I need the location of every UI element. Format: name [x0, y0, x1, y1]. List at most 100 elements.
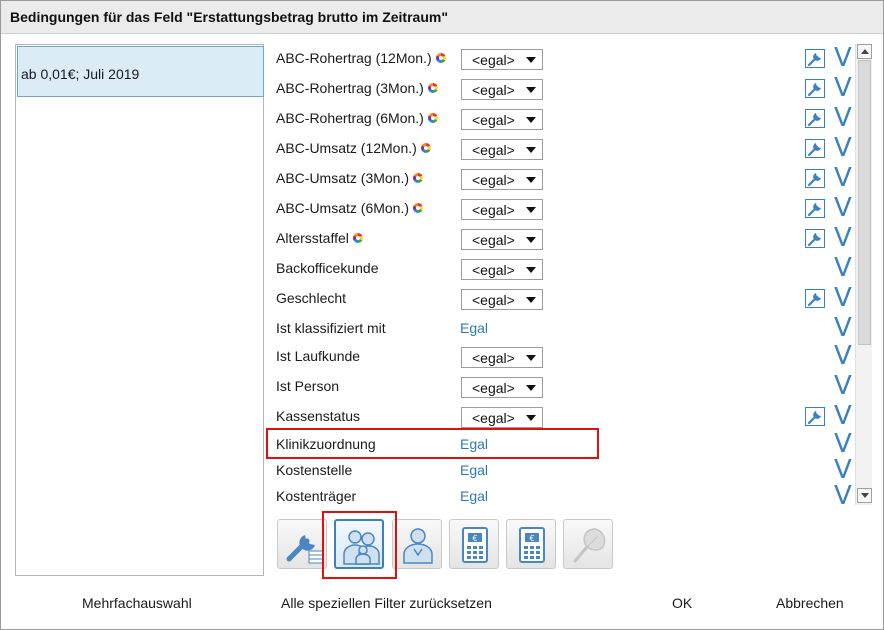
condition-label-text: Geschlecht — [276, 290, 347, 306]
condition-label-text: ABC-Umsatz (6Mon.) — [276, 200, 410, 216]
title-bar[interactable]: Bedingungen für das Feld "Erstattungsbet… — [1, 1, 883, 34]
condition-label: ABC-Rohertrag (6Mon.) — [276, 110, 438, 126]
edit-condition-button[interactable] — [805, 109, 825, 128]
condition-dropdown[interactable]: <egal> — [461, 229, 543, 250]
v-toggle-button[interactable]: V — [834, 225, 852, 251]
condition-row: Geschlecht <egal> V — [271, 285, 855, 311]
condition-row: ABC-Rohertrag (3Mon.) <egal> V — [271, 75, 855, 101]
condition-label-text: Kostenstelle — [276, 462, 353, 478]
chevron-down-icon — [526, 177, 536, 183]
condition-dropdown[interactable]: <egal> — [461, 109, 543, 130]
chevron-down-icon — [526, 57, 536, 63]
tool-button-billing-2[interactable]: € — [506, 519, 556, 569]
wrench-icon — [807, 83, 821, 97]
condition-label-text: Kostenträger — [276, 488, 357, 504]
condition-label-text: Ist Laufkunde — [276, 348, 361, 364]
period-list-item[interactable]: ab 0,01€; Juli 2019 — [17, 46, 264, 97]
condition-dropdown[interactable]: <egal> — [461, 377, 543, 398]
edit-condition-button[interactable] — [805, 229, 825, 248]
wrench-icon — [807, 143, 821, 157]
v-toggle-button[interactable]: V — [834, 373, 852, 399]
v-toggle-button[interactable]: V — [834, 403, 852, 429]
reset-filters-button[interactable]: Alle speziellen Filter zurücksetzen — [281, 595, 492, 611]
condition-dropdown[interactable]: <egal> — [461, 139, 543, 160]
chevron-down-icon — [526, 297, 536, 303]
wrench-icon — [807, 411, 821, 425]
tool-button-person[interactable] — [392, 519, 442, 569]
scroll-up-button[interactable] — [857, 44, 872, 59]
cancel-button[interactable]: Abbrechen — [776, 595, 844, 611]
condition-link[interactable]: Egal — [460, 488, 488, 504]
condition-dropdown[interactable]: <egal> — [461, 347, 543, 368]
chevron-down-icon — [526, 87, 536, 93]
condition-row: ABC-Umsatz (3Mon.) <egal> V — [271, 165, 855, 191]
multi-select-button[interactable]: Mehrfachauswahl — [82, 595, 192, 611]
ginkgo-leaf-icon — [573, 528, 606, 563]
wrench-table-icon — [286, 535, 323, 564]
wrench-icon — [807, 293, 821, 307]
ok-button[interactable]: OK — [672, 595, 692, 611]
condition-label-text: ABC-Rohertrag (12Mon.) — [276, 50, 432, 66]
edit-condition-button[interactable] — [805, 49, 825, 68]
edit-condition-button[interactable] — [805, 169, 825, 188]
condition-label: Kostenträger — [276, 488, 356, 504]
chevron-down-icon — [526, 117, 536, 123]
condition-dropdown[interactable]: <egal> — [461, 49, 543, 70]
condition-row: ABC-Rohertrag (6Mon.) <egal> V — [271, 105, 855, 131]
condition-dropdown[interactable]: <egal> — [461, 79, 543, 100]
conditions-dialog: Bedingungen für das Feld "Erstattungsbet… — [0, 0, 884, 630]
condition-dropdown[interactable]: <egal> — [461, 259, 543, 280]
conditions-scrollbar[interactable] — [855, 44, 872, 505]
edit-condition-button[interactable] — [805, 79, 825, 98]
v-toggle-button[interactable]: V — [834, 483, 852, 505]
condition-label-text: Backofficekunde — [276, 260, 379, 276]
condition-label-text: ABC-Umsatz (3Mon.) — [276, 170, 410, 186]
tool-button-general[interactable] — [277, 519, 327, 569]
condition-label-text: ABC-Rohertrag (3Mon.) — [276, 80, 424, 96]
v-toggle-button[interactable]: V — [834, 457, 852, 483]
v-toggle-button[interactable]: V — [834, 431, 852, 457]
condition-label-text: ABC-Umsatz (12Mon.) — [276, 140, 417, 156]
dropdown-value: <egal> — [472, 112, 515, 128]
v-toggle-button[interactable]: V — [834, 343, 852, 369]
abc-analysis-icon — [427, 83, 438, 93]
v-toggle-button[interactable]: V — [834, 135, 852, 161]
condition-dropdown[interactable]: <egal> — [461, 407, 543, 428]
edit-condition-button[interactable] — [805, 407, 825, 426]
tool-button-ginkgo[interactable] — [563, 519, 613, 569]
tool-button-billing-1[interactable]: € — [449, 519, 499, 569]
wrench-icon — [807, 113, 821, 127]
condition-dropdown[interactable]: <egal> — [461, 289, 543, 310]
v-toggle-button[interactable]: V — [834, 165, 852, 191]
person-icon — [403, 528, 433, 564]
condition-dropdown[interactable]: <egal> — [461, 199, 543, 220]
edit-condition-button[interactable] — [805, 139, 825, 158]
euro-calculator-icon: € — [462, 527, 488, 563]
highlight-frame-klinikzuordnung — [266, 428, 599, 459]
condition-row: Backofficekunde <egal> V — [271, 255, 855, 281]
euro-calculator-icon: € — [519, 527, 545, 563]
v-toggle-button[interactable]: V — [834, 105, 852, 131]
scroll-down-button[interactable] — [857, 488, 872, 503]
condition-row: Ist klassifiziert mit Egal V — [271, 315, 855, 341]
condition-label: ABC-Umsatz (3Mon.) — [276, 170, 424, 186]
v-toggle-button[interactable]: V — [834, 285, 852, 311]
v-toggle-button[interactable]: V — [834, 45, 852, 71]
v-toggle-button[interactable]: V — [834, 195, 852, 221]
scroll-thumb[interactable] — [858, 60, 871, 345]
v-toggle-button[interactable]: V — [834, 75, 852, 101]
condition-label: ABC-Rohertrag (12Mon.) — [276, 50, 446, 66]
edit-condition-button[interactable] — [805, 199, 825, 218]
v-toggle-button[interactable]: V — [834, 255, 852, 281]
condition-link[interactable]: Egal — [460, 462, 488, 478]
period-list[interactable]: ab 0,01€; Juli 2019 — [15, 44, 264, 576]
chevron-down-icon — [526, 147, 536, 153]
highlight-frame-group-tool — [322, 511, 397, 579]
condition-link[interactable]: Egal — [460, 320, 488, 336]
condition-label: Backofficekunde — [276, 260, 378, 276]
arrow-down-icon — [861, 493, 869, 498]
edit-condition-button[interactable] — [805, 289, 825, 308]
v-toggle-button[interactable]: V — [834, 315, 852, 341]
condition-dropdown[interactable]: <egal> — [461, 169, 543, 190]
condition-row: ABC-Umsatz (12Mon.) <egal> V — [271, 135, 855, 161]
